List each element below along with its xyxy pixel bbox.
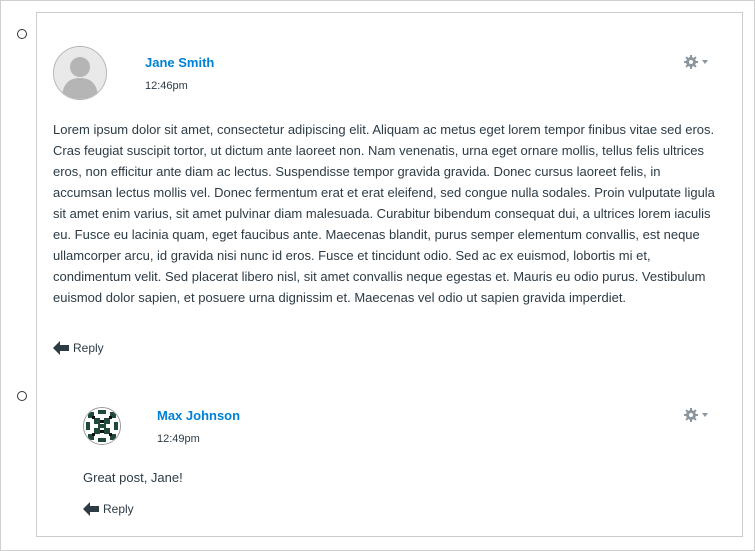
patterned-user-avatar-icon[interactable] [83, 407, 121, 445]
gear-icon[interactable] [683, 54, 709, 70]
author-name-link[interactable]: Max Johnson [157, 408, 240, 423]
chevron-down-icon [702, 413, 708, 417]
reply-button[interactable]: Reply [83, 502, 134, 516]
discussion-reply-entry: Max Johnson 12:49pm Great post, Jane! Re… [36, 374, 743, 537]
reply-label: Reply [103, 502, 134, 516]
post-message: Lorem ipsum dolor sit amet, consectetur … [53, 122, 715, 305]
discussion-entry: Jane Smith 12:46pm Lorem ipsum dolor sit… [36, 12, 743, 376]
reply-arrow-icon [83, 502, 99, 516]
chevron-down-icon [702, 60, 708, 64]
reply-button[interactable]: Reply [53, 341, 104, 355]
thread-bullet [17, 29, 27, 39]
gear-icon[interactable] [683, 407, 709, 423]
default-user-avatar-icon[interactable] [53, 46, 107, 100]
reply-label: Reply [73, 341, 104, 355]
author-name-link[interactable]: Jane Smith [145, 55, 214, 70]
thread-bullet [17, 391, 27, 401]
post-timestamp: 12:49pm [157, 433, 200, 445]
post-timestamp: 12:46pm [145, 80, 188, 92]
reply-arrow-icon [53, 341, 69, 355]
post-message: Great post, Jane! [83, 470, 183, 485]
